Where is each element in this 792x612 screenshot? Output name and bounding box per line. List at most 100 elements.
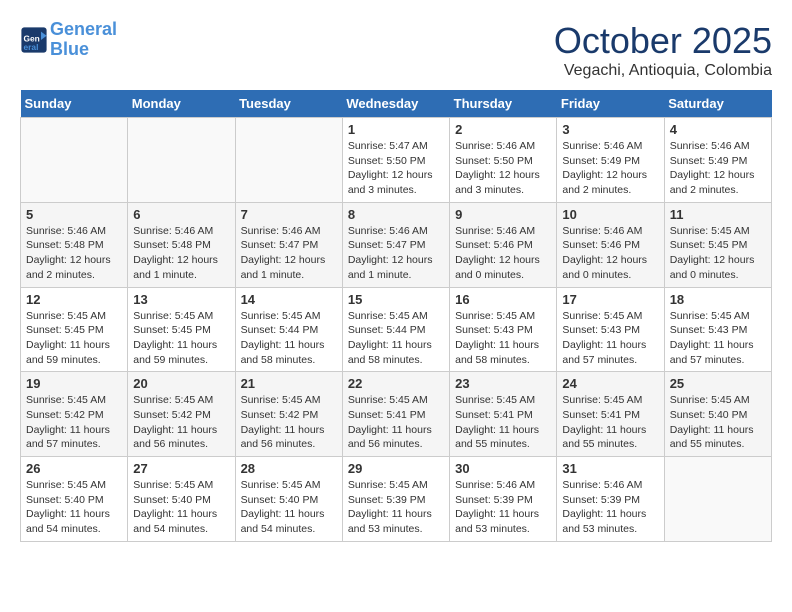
day-info: Sunrise: 5:46 AM Sunset: 5:39 PM Dayligh… [562,478,658,537]
logo-icon: Gen eral [20,26,48,54]
day-info: Sunrise: 5:45 AM Sunset: 5:43 PM Dayligh… [562,309,658,368]
day-info: Sunrise: 5:47 AM Sunset: 5:50 PM Dayligh… [348,139,444,198]
weekday-header: Saturday [664,90,771,118]
calendar-cell: 6Sunrise: 5:46 AM Sunset: 5:48 PM Daylig… [128,202,235,287]
day-number: 5 [26,207,122,222]
calendar-cell: 26 Sunrise: 5:45 AM Sunset: 5:40 PM Dayli… [21,457,128,542]
calendar-cell: 16Sunrise: 5:45 AM Sunset: 5:43 PM Dayli… [450,287,557,372]
logo: Gen eral General Blue [20,20,117,60]
day-number: 7 [241,207,337,222]
weekday-header-row: SundayMondayTuesdayWednesdayThursdayFrid… [21,90,772,118]
day-number: 11 [670,207,766,222]
calendar-cell: 7 Sunrise: 5:46 AM Sunset: 5:47 PM Daylig… [235,202,342,287]
weekday-header: Wednesday [342,90,449,118]
day-number: 3 [562,122,658,137]
day-number: 19 [26,376,122,391]
day-info: Sunrise: 5:45 AM Sunset: 5:45 PM Dayligh… [670,224,766,283]
calendar-cell: 25Sunrise: 5:45 AM Sunset: 5:40 PM Dayli… [664,372,771,457]
calendar-cell: 11 Sunrise: 5:45 AM Sunset: 5:45 PM Dayli… [664,202,771,287]
day-number: 12 [26,292,122,307]
calendar-cell: 5 Sunrise: 5:46 AM Sunset: 5:48 PM Daylig… [21,202,128,287]
calendar-cell: 8Sunrise: 5:46 AM Sunset: 5:47 PM Daylig… [342,202,449,287]
calendar-cell [664,457,771,542]
calendar-cell: 4 Sunrise: 5:46 AM Sunset: 5:49 PM Daylig… [664,118,771,203]
calendar-cell [235,118,342,203]
day-info: Sunrise: 5:45 AM Sunset: 5:42 PM Dayligh… [26,393,122,452]
calendar-cell: 10 Sunrise: 5:46 AM Sunset: 5:46 PM Dayli… [557,202,664,287]
day-info: Sunrise: 5:46 AM Sunset: 5:48 PM Dayligh… [26,224,122,283]
day-info: Sunrise: 5:45 AM Sunset: 5:42 PM Dayligh… [133,393,229,452]
day-number: 2 [455,122,551,137]
calendar-week-row: 19 Sunrise: 5:45 AM Sunset: 5:42 PM Dayli… [21,372,772,457]
calendar-cell: 27 Sunrise: 5:45 AM Sunset: 5:40 PM Dayli… [128,457,235,542]
day-number: 6 [133,207,229,222]
weekday-header: Friday [557,90,664,118]
calendar-cell: 20 Sunrise: 5:45 AM Sunset: 5:42 PM Dayli… [128,372,235,457]
calendar-cell: 30 Sunrise: 5:46 AM Sunset: 5:39 PM Dayli… [450,457,557,542]
calendar-cell: 15 Sunrise: 5:45 AM Sunset: 5:44 PM Dayli… [342,287,449,372]
weekday-header: Sunday [21,90,128,118]
calendar-cell: 19 Sunrise: 5:45 AM Sunset: 5:42 PM Dayli… [21,372,128,457]
calendar-cell: 1 Sunrise: 5:47 AM Sunset: 5:50 PM Daylig… [342,118,449,203]
calendar-week-row: 12 Sunrise: 5:45 AM Sunset: 5:45 PM Dayli… [21,287,772,372]
day-info: Sunrise: 5:45 AM Sunset: 5:43 PM Dayligh… [670,309,766,368]
day-number: 27 [133,461,229,476]
calendar-cell: 29 Sunrise: 5:45 AM Sunset: 5:39 PM Dayli… [342,457,449,542]
day-info: Sunrise: 5:45 AM Sunset: 5:41 PM Dayligh… [455,393,551,452]
calendar-cell [21,118,128,203]
day-number: 21 [241,376,337,391]
day-info: Sunrise: 5:46 AM Sunset: 5:46 PM Dayligh… [562,224,658,283]
day-number: 24 [562,376,658,391]
calendar-week-row: 5 Sunrise: 5:46 AM Sunset: 5:48 PM Daylig… [21,202,772,287]
logo-text: General Blue [50,20,117,60]
day-info: Sunrise: 5:45 AM Sunset: 5:45 PM Dayligh… [26,309,122,368]
day-number: 14 [241,292,337,307]
day-info: Sunrise: 5:46 AM Sunset: 5:47 PM Dayligh… [241,224,337,283]
calendar-table: SundayMondayTuesdayWednesdayThursdayFrid… [20,90,772,542]
weekday-header: Monday [128,90,235,118]
day-number: 10 [562,207,658,222]
day-number: 9 [455,207,551,222]
day-info: Sunrise: 5:46 AM Sunset: 5:50 PM Dayligh… [455,139,551,198]
day-number: 15 [348,292,444,307]
day-number: 25 [670,376,766,391]
day-info: Sunrise: 5:45 AM Sunset: 5:40 PM Dayligh… [133,478,229,537]
day-info: Sunrise: 5:45 AM Sunset: 5:39 PM Dayligh… [348,478,444,537]
day-number: 29 [348,461,444,476]
calendar-cell: 28 Sunrise: 5:45 AM Sunset: 5:40 PM Dayli… [235,457,342,542]
day-number: 23 [455,376,551,391]
calendar-cell: 24 Sunrise: 5:45 AM Sunset: 5:41 PM Dayli… [557,372,664,457]
day-info: Sunrise: 5:45 AM Sunset: 5:41 PM Dayligh… [562,393,658,452]
day-info: Sunrise: 5:45 AM Sunset: 5:44 PM Dayligh… [241,309,337,368]
calendar-cell: 12 Sunrise: 5:45 AM Sunset: 5:45 PM Dayli… [21,287,128,372]
day-info: Sunrise: 5:45 AM Sunset: 5:41 PM Dayligh… [348,393,444,452]
day-number: 4 [670,122,766,137]
title-area: October 2025 Vegachi, Antioquia, Colombi… [554,20,772,80]
day-info: Sunrise: 5:45 AM Sunset: 5:43 PM Dayligh… [455,309,551,368]
day-number: 8 [348,207,444,222]
location-title: Vegachi, Antioquia, Colombia [554,62,772,80]
day-number: 26 [26,461,122,476]
day-number: 1 [348,122,444,137]
day-number: 28 [241,461,337,476]
weekday-header: Tuesday [235,90,342,118]
calendar-cell: 23 Sunrise: 5:45 AM Sunset: 5:41 PM Dayli… [450,372,557,457]
day-info: Sunrise: 5:45 AM Sunset: 5:40 PM Dayligh… [26,478,122,537]
day-info: Sunrise: 5:46 AM Sunset: 5:49 PM Dayligh… [670,139,766,198]
day-info: Sunrise: 5:46 AM Sunset: 5:49 PM Dayligh… [562,139,658,198]
day-number: 17 [562,292,658,307]
calendar-cell: 21Sunrise: 5:45 AM Sunset: 5:42 PM Dayli… [235,372,342,457]
day-info: Sunrise: 5:45 AM Sunset: 5:44 PM Dayligh… [348,309,444,368]
day-number: 30 [455,461,551,476]
day-info: Sunrise: 5:45 AM Sunset: 5:45 PM Dayligh… [133,309,229,368]
day-info: Sunrise: 5:45 AM Sunset: 5:40 PM Dayligh… [241,478,337,537]
day-number: 22 [348,376,444,391]
day-number: 18 [670,292,766,307]
calendar-cell [128,118,235,203]
calendar-cell: 22 Sunrise: 5:45 AM Sunset: 5:41 PM Dayli… [342,372,449,457]
day-number: 31 [562,461,658,476]
calendar-cell: 18 Sunrise: 5:45 AM Sunset: 5:43 PM Dayli… [664,287,771,372]
day-number: 20 [133,376,229,391]
header: Gen eral General Blue October 2025 Vegac… [20,20,772,80]
day-info: Sunrise: 5:46 AM Sunset: 5:39 PM Dayligh… [455,478,551,537]
